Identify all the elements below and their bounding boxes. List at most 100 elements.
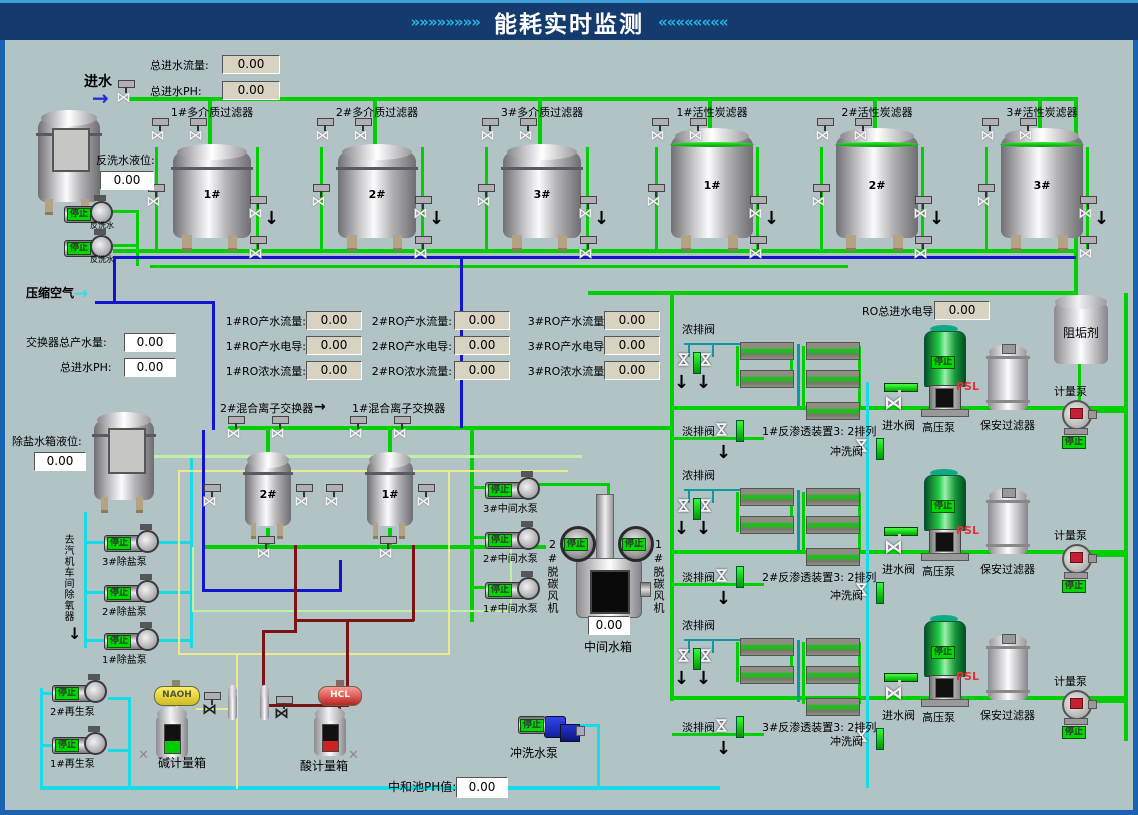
- valve-icon[interactable]: ⋈: [392, 416, 412, 446]
- demin-pump[interactable]: 停止: [104, 581, 156, 605]
- valve-icon[interactable]: ⋈: [248, 236, 268, 266]
- valve-icon[interactable]: ⋈: [324, 484, 344, 514]
- valve-icon[interactable]: ⋈: [416, 484, 436, 514]
- stop-button[interactable]: 停止: [1062, 726, 1086, 739]
- valve-icon[interactable]: ⋈: [646, 184, 666, 214]
- valve-icon[interactable]: ⋈: [202, 484, 222, 514]
- tank-number: 2#: [338, 188, 416, 201]
- valve-icon[interactable]: ⋈: [815, 118, 835, 148]
- inlet-valve-icon[interactable]: ⋈: [884, 682, 903, 704]
- valve-icon[interactable]: ⋈: [294, 484, 314, 514]
- drain-arrow-icon: ↓: [696, 372, 711, 393]
- pipe: [736, 642, 739, 682]
- valve-icon[interactable]: ⋈: [226, 416, 246, 446]
- pipe: [670, 291, 674, 701]
- stop-button[interactable]: 停止: [1062, 436, 1086, 449]
- valve-icon[interactable]: ⋈: [378, 536, 398, 566]
- valve-icon[interactable]: ⋈: [348, 416, 368, 446]
- valve-icon[interactable]: ⋈: [675, 352, 694, 368]
- intermediate-pump[interactable]: 停止: [485, 528, 537, 552]
- ro-reading-label: 3#RO浓水流量:: [524, 366, 608, 378]
- stop-button[interactable]: 停止: [622, 538, 646, 551]
- stop-button[interactable]: 停止: [55, 687, 79, 700]
- valve-icon[interactable]: ⋈: [688, 118, 708, 148]
- valve-icon[interactable]: ⋈: [256, 536, 276, 566]
- valve-icon[interactable]: ⋈: [748, 236, 768, 266]
- regen-pump[interactable]: 停止: [52, 733, 104, 757]
- stop-button[interactable]: 停止: [67, 242, 91, 255]
- intermediate-pump[interactable]: 停止: [485, 578, 537, 602]
- valve-icon[interactable]: ⋈: [675, 648, 694, 664]
- valve-icon[interactable]: ⋈: [311, 184, 331, 214]
- pipe: [797, 344, 800, 406]
- inlet-valve-icon[interactable]: ⋈: [884, 536, 903, 558]
- valve-icon[interactable]: ⋈: [518, 118, 538, 148]
- valve-icon[interactable]: ⋈: [913, 236, 933, 266]
- valve-icon[interactable]: ⋈: [811, 184, 831, 214]
- valve-position-indicator: [736, 566, 744, 588]
- valve-icon[interactable]: ⋈: [202, 692, 222, 722]
- stop-button[interactable]: 停止: [107, 537, 131, 550]
- valve-icon[interactable]: ⋈: [1078, 236, 1098, 266]
- valve-icon[interactable]: ⋈: [713, 718, 732, 734]
- valve-icon[interactable]: ⋈: [274, 696, 294, 726]
- ro-reading-label: 1#RO产水流量:: [222, 316, 306, 328]
- stop-button[interactable]: 停止: [107, 587, 131, 600]
- stop-button[interactable]: 停止: [488, 484, 512, 497]
- pipe: [597, 724, 600, 788]
- intermediate-pump[interactable]: 停止: [485, 478, 537, 502]
- valve-icon[interactable]: ⋈: [353, 118, 373, 148]
- ro-reading-value: 0.00: [454, 336, 510, 355]
- valve-icon[interactable]: ⋈: [713, 568, 732, 584]
- pipe: [192, 610, 512, 612]
- pipe: [84, 512, 87, 648]
- flush-water-pump[interactable]: 停止: [518, 714, 580, 744]
- total-inlet-flow-value: 0.00: [222, 55, 280, 74]
- valve-icon[interactable]: ⋈: [150, 118, 170, 148]
- demin-pump[interactable]: 停止: [104, 531, 156, 555]
- valve-icon[interactable]: ⋈: [675, 498, 694, 514]
- stop-button[interactable]: 停止: [67, 208, 91, 221]
- ro-reading-label: 2#RO产水流量:: [368, 316, 452, 328]
- valve-position-indicator: [736, 420, 744, 442]
- metering-pump-label: 计量泵: [1054, 530, 1087, 542]
- decarb-fan-1[interactable]: 停止: [618, 526, 654, 562]
- valve-icon[interactable]: ⋈: [853, 118, 873, 148]
- demin-water-tank: [94, 420, 154, 500]
- agitator-icon: ✕: [348, 748, 359, 763]
- valve-icon[interactable]: ⋈: [270, 416, 290, 446]
- carbon-filter-tank: 2#: [836, 136, 918, 238]
- valve-icon[interactable]: ⋈: [976, 184, 996, 214]
- stop-button[interactable]: 停止: [931, 356, 955, 369]
- valve-icon[interactable]: ⋈: [116, 80, 136, 110]
- acid-box-label: 酸计量箱: [300, 760, 348, 772]
- valve-icon[interactable]: ⋈: [476, 184, 496, 214]
- stop-button[interactable]: 停止: [107, 635, 131, 648]
- inlet-valve-icon[interactable]: ⋈: [884, 392, 903, 414]
- valve-icon[interactable]: ⋈: [315, 118, 335, 148]
- inlet-water-label: 进水: [84, 76, 112, 88]
- stop-button[interactable]: 停止: [55, 739, 79, 752]
- regen-pump[interactable]: 停止: [52, 681, 104, 705]
- stop-button[interactable]: 停止: [488, 584, 512, 597]
- stop-button[interactable]: 停止: [1062, 580, 1086, 593]
- valve-icon[interactable]: ⋈: [578, 236, 598, 266]
- exchanger-arrow-icon: →: [314, 399, 326, 415]
- stop-button[interactable]: 停止: [520, 719, 544, 732]
- valve-icon[interactable]: ⋈: [188, 118, 208, 148]
- valve-icon[interactable]: ⋈: [413, 236, 433, 266]
- stop-button[interactable]: 停止: [564, 538, 588, 551]
- ro-unit-label: 2#反渗透装置3: 2排列: [762, 572, 882, 584]
- valve-icon[interactable]: ⋈: [980, 118, 1000, 148]
- valve-icon[interactable]: ⋈: [480, 118, 500, 148]
- stop-button[interactable]: 停止: [931, 646, 955, 659]
- valve-icon[interactable]: ⋈: [713, 422, 732, 438]
- valve-icon[interactable]: ⋈: [650, 118, 670, 148]
- demin-pump[interactable]: 停止: [104, 629, 156, 653]
- guard-filter-cap: [1002, 634, 1016, 644]
- decarb-fan-2[interactable]: 停止: [560, 526, 596, 562]
- exchanger-1-label: 1#混合离子交换器: [352, 403, 445, 415]
- valve-icon[interactable]: ⋈: [1018, 118, 1038, 148]
- stop-button[interactable]: 停止: [488, 534, 512, 547]
- stop-button[interactable]: 停止: [931, 500, 955, 513]
